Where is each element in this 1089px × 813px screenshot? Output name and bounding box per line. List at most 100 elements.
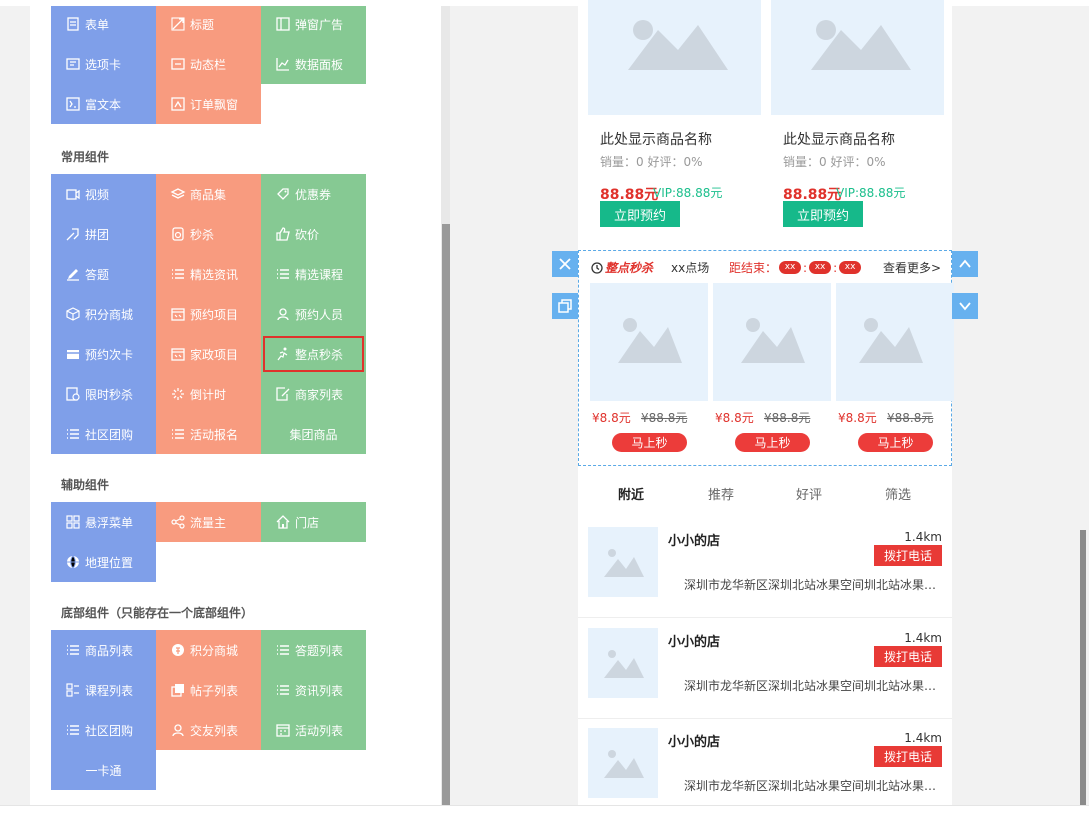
calendar-icon xyxy=(275,722,291,738)
tab-filter[interactable]: 筛选 xyxy=(885,484,911,503)
component-tile-grid[interactable]: 悬浮菜单 xyxy=(51,502,156,542)
component-tile-post[interactable]: 帖子列表 xyxy=(156,670,261,710)
component-tile-label: 活动列表 xyxy=(295,723,344,738)
component-tile-order-float[interactable]: 订单飘窗 xyxy=(156,84,261,124)
component-tile-form[interactable]: 表单 xyxy=(51,6,156,44)
component-tile-popup-ad[interactable]: 弹窗广告 xyxy=(261,6,366,44)
component-tile-card[interactable]: 预约次卡 xyxy=(51,334,156,374)
component-tile-label: 社区团购 xyxy=(85,427,134,442)
product-vip-price: VIP:88.88元 xyxy=(653,186,723,200)
component-tile-home[interactable]: 门店 xyxy=(261,502,366,542)
component-tile-list[interactable]: 社区团购 xyxy=(51,414,156,454)
component-tile-label: 拼团 xyxy=(85,227,110,242)
component-tile-plain[interactable]: 集团商品 xyxy=(261,414,366,454)
person-icon xyxy=(170,722,186,738)
component-tile-label: 优惠券 xyxy=(295,187,332,202)
post-icon xyxy=(170,682,186,698)
component-tile-course[interactable]: 课程列表 xyxy=(51,670,156,710)
component-tile-label: 流量主 xyxy=(190,515,227,530)
component-tile-coin[interactable]: 积分商城 xyxy=(156,630,261,670)
delete-component-button[interactable] xyxy=(552,251,578,277)
component-tile-label: 资讯列表 xyxy=(295,683,344,698)
left-gutter xyxy=(0,6,30,813)
component-tile-timer-doc[interactable]: 限时秒杀 xyxy=(51,374,156,414)
component-tile-person[interactable]: 预约人员 xyxy=(261,294,366,334)
product-name[interactable]: 此处显示商品名称 xyxy=(600,129,712,149)
component-tile-tab[interactable]: 选项卡 xyxy=(51,44,156,84)
component-tile-list[interactable]: 精选课程 xyxy=(261,254,366,294)
component-tile-list[interactable]: 答题列表 xyxy=(261,630,366,670)
close-icon xyxy=(559,258,571,270)
component-tile-label: 帖子列表 xyxy=(190,683,239,698)
store-list-item[interactable]: 小小的店 1.4km 拨打电话 深圳市龙华新区深圳北站冰果空间圳北站冰果空间 xyxy=(578,719,952,813)
globe-icon xyxy=(65,554,81,570)
countdown-hours: xx xyxy=(779,261,802,274)
component-tile-calendar[interactable]: 活动列表 xyxy=(261,710,366,750)
component-tile-appointment[interactable]: 家政项目 xyxy=(156,334,261,374)
tab-recommend[interactable]: 推荐 xyxy=(708,484,734,503)
component-tile-label: 地理位置 xyxy=(85,555,134,570)
component-tile-pencil[interactable]: 答题 xyxy=(51,254,156,294)
copy-component-button[interactable] xyxy=(552,293,578,319)
component-tile-video[interactable]: 视频 xyxy=(51,174,156,214)
seckill-buy-button[interactable]: 马上秒 xyxy=(858,433,933,452)
component-tile-edit-doc[interactable]: 商家列表 xyxy=(261,374,366,414)
chart-icon xyxy=(275,56,291,72)
component-tile-globe[interactable]: 地理位置 xyxy=(51,542,156,582)
tab-nearby[interactable]: 附近 xyxy=(618,484,644,503)
title-icon xyxy=(170,16,186,32)
component-tile-share[interactable]: 流量主 xyxy=(156,502,261,542)
product-name[interactable]: 此处显示商品名称 xyxy=(783,129,895,149)
component-tile-spinner[interactable]: 倒计时 xyxy=(156,374,261,414)
book-now-button[interactable]: 立即预约 xyxy=(783,201,863,227)
component-tile-chart[interactable]: 数据面板 xyxy=(261,44,366,84)
component-tile-group-buy[interactable]: 拼团 xyxy=(51,214,156,254)
panel-scrollbar-thumb[interactable] xyxy=(442,224,450,805)
component-tile-dynamic-bar[interactable]: 动态栏 xyxy=(156,44,261,84)
component-tile-label: 表单 xyxy=(85,17,110,32)
component-tile-layers[interactable]: 商品集 xyxy=(156,174,261,214)
countdown-seconds: xx xyxy=(839,261,862,274)
video-icon xyxy=(65,186,81,202)
component-tile-list[interactable]: 资讯列表 xyxy=(261,670,366,710)
move-up-button[interactable] xyxy=(952,251,978,277)
component-tile-cube[interactable]: 积分商城 xyxy=(51,294,156,334)
seckill-component[interactable]: 整点秒杀 xx点场 距结束： xx: xx: xx 查看更多> ¥8.8元 ¥8… xyxy=(578,250,954,466)
component-tile-coupon[interactable]: 优惠券 xyxy=(261,174,366,214)
component-tile-list[interactable]: 商品列表 xyxy=(51,630,156,670)
edit-doc-icon xyxy=(275,386,291,402)
component-tile-seckill[interactable]: 秒杀 xyxy=(156,214,261,254)
store-list-item[interactable]: 小小的店 1.4km 拨打电话 深圳市龙华新区深圳北站冰果空间圳北站冰果空间 xyxy=(578,619,952,719)
tab-good-reviews[interactable]: 好评 xyxy=(796,484,822,503)
call-button[interactable]: 拨打电话 xyxy=(874,545,942,566)
seckill-buy-button[interactable]: 马上秒 xyxy=(612,433,687,452)
component-tile-appointment[interactable]: 预约项目 xyxy=(156,294,261,334)
component-tile-richtext[interactable]: 富文本 xyxy=(51,84,156,124)
store-list-item[interactable]: 小小的店 1.4km 拨打电话 深圳市龙华新区深圳北站冰果空间圳北站冰果空间 xyxy=(578,518,952,618)
view-more-link[interactable]: 查看更多> xyxy=(883,259,941,276)
component-tile-list[interactable]: 活动报名 xyxy=(156,414,261,454)
component-tile-label: 悬浮菜单 xyxy=(85,515,134,530)
component-tile-label: 精选资讯 xyxy=(190,267,239,282)
component-tile-label: 课程列表 xyxy=(85,683,134,698)
seckill-original-price: ¥88.8元 xyxy=(641,411,688,425)
call-button[interactable]: 拨打电话 xyxy=(874,746,942,767)
preview-scrollbar-thumb[interactable] xyxy=(1080,530,1086,805)
component-tile-running[interactable]: 整点秒杀 xyxy=(261,334,366,374)
component-tile-title[interactable]: 标题 xyxy=(156,6,261,44)
component-tile-list[interactable]: 社区团购 xyxy=(51,710,156,750)
seckill-buy-button[interactable]: 马上秒 xyxy=(735,433,810,452)
section-title-aux: 辅助组件 xyxy=(61,478,110,492)
component-tile-thumb[interactable]: 砍价 xyxy=(261,214,366,254)
component-tile-list[interactable]: 精选资讯 xyxy=(156,254,261,294)
store-distance: 1.4km xyxy=(904,631,942,645)
component-tile-label: 集团商品 xyxy=(289,427,338,442)
move-down-button[interactable] xyxy=(952,293,978,319)
seckill-title-text: 整点秒杀 xyxy=(605,261,654,275)
component-tile-plain[interactable]: 一卡通 xyxy=(51,750,156,790)
list-icon xyxy=(275,642,291,658)
call-button[interactable]: 拨打电话 xyxy=(874,646,942,667)
book-now-button[interactable]: 立即预约 xyxy=(600,201,680,227)
component-tile-person[interactable]: 交友列表 xyxy=(156,710,261,750)
chevron-down-icon xyxy=(959,302,971,311)
